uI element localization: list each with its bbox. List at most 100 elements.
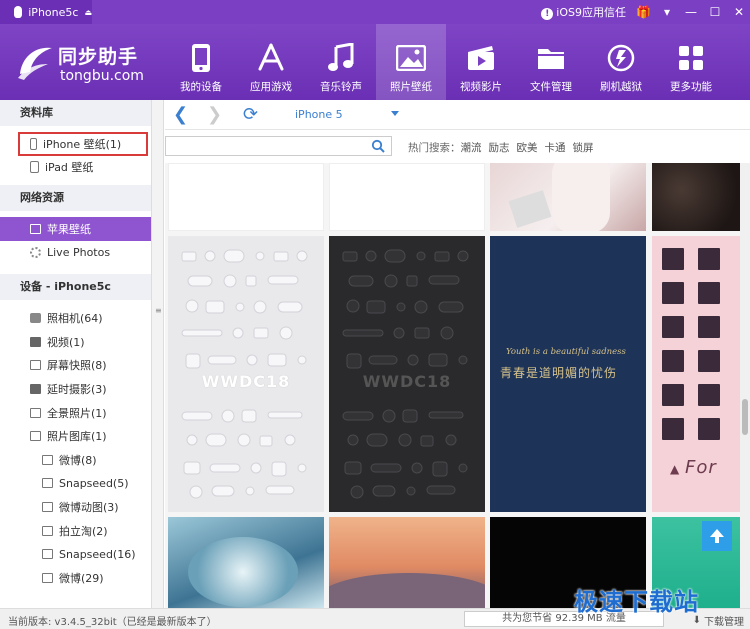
- scrollbar-thumb[interactable]: [742, 399, 748, 435]
- pattern-cube: [696, 246, 722, 272]
- back-arrow-icon[interactable]: ❮: [173, 104, 188, 125]
- sidebar-item-label: Snapseed(5): [59, 476, 129, 490]
- sidebar-splitter[interactable]: ≡: [152, 100, 164, 608]
- pattern-cube: [660, 348, 686, 374]
- hot-keyword[interactable]: 潮流: [461, 140, 482, 155]
- nav-label: 音乐铃声: [320, 81, 362, 93]
- wallpaper-tile[interactable]: [168, 163, 324, 231]
- sidebar-item-label: iPhone 壁纸(1): [43, 137, 122, 151]
- wallpaper-quote-cn: 青春是道明媚的忧伤: [500, 366, 618, 380]
- sidebar-album-pailitao[interactable]: 拍立淘(2): [0, 519, 151, 543]
- logo: 同步助手 tongbu.com: [14, 38, 164, 88]
- pattern-cube: [660, 314, 686, 340]
- wwdc-text: WWDC18: [362, 372, 452, 391]
- figure-shape: [552, 163, 610, 231]
- download-label: 下载管理: [704, 617, 744, 628]
- sidebar-item-photo-library[interactable]: 照片图库(1): [0, 424, 151, 448]
- nav-label: 文件管理: [530, 81, 572, 93]
- wallpaper-tile[interactable]: [329, 163, 485, 231]
- nav-files[interactable]: 文件管理: [516, 24, 586, 100]
- wallpaper-tile[interactable]: Youth is a beautiful sadness 青春是道明媚的忧伤: [490, 236, 646, 512]
- wallpaper-tile[interactable]: WWDC18: [329, 236, 485, 512]
- grid-scrollbar[interactable]: [740, 163, 750, 608]
- title-controls: ! iOS9应用信任 🎁 ▾ — ☐ ✕: [541, 0, 746, 24]
- album-icon: [42, 525, 53, 536]
- sidebar-item-camera[interactable]: 照相机(64): [0, 306, 151, 330]
- nav-more[interactable]: 更多功能: [656, 24, 726, 100]
- album-icon: [42, 501, 53, 512]
- wallpaper-tile[interactable]: ▲ For: [652, 236, 750, 512]
- pattern-cube: [660, 416, 686, 442]
- pattern-cube: [660, 246, 686, 272]
- nav-photos[interactable]: 照片壁纸: [376, 24, 446, 100]
- sidebar-item-iphone-wallpaper[interactable]: iPhone 壁纸(1): [18, 132, 148, 156]
- logo-en: tongbu.com: [60, 68, 144, 84]
- nav-label: 视频影片: [460, 81, 502, 93]
- apple-icon: [14, 6, 23, 18]
- sidebar-item-timelapse[interactable]: 延时摄影(3): [0, 377, 151, 401]
- watermark: 极速下载站: [574, 588, 699, 616]
- wwdc-text: WWDC18: [201, 372, 291, 391]
- sidebar-album-weibo[interactable]: 微博(8): [0, 448, 151, 472]
- nav-apps[interactable]: 应用游戏: [236, 24, 306, 100]
- device-name: iPhone5c: [28, 5, 79, 19]
- wallpaper-tile[interactable]: [168, 517, 324, 608]
- hot-keyword[interactable]: 卡通: [545, 140, 566, 155]
- sidebar-album-weibo-gif[interactable]: 微博动图(3): [0, 495, 151, 519]
- back-to-top-button[interactable]: [702, 521, 732, 551]
- nav-my-device[interactable]: 我的设备: [166, 24, 236, 100]
- sidebar-item-label: 全景照片(1): [47, 406, 107, 420]
- wallpaper-tile[interactable]: [652, 163, 750, 231]
- nav-music[interactable]: 音乐铃声: [306, 24, 376, 100]
- wallpaper-grid: WWDC18 WWDC18 Youth is a beautiful sadne…: [165, 163, 750, 608]
- album-icon: [42, 549, 53, 560]
- sidebar-item-live-photos[interactable]: Live Photos: [0, 241, 151, 265]
- hot-keyword[interactable]: 锁屏: [573, 140, 594, 155]
- sidebar-item-panorama[interactable]: 全景照片(1): [0, 401, 151, 425]
- sidebar-album-snapseed[interactable]: Snapseed(5): [0, 472, 151, 496]
- sidebar-item-ipad-wallpaper[interactable]: iPad 壁纸: [0, 156, 151, 180]
- maximize-icon[interactable]: ☐: [708, 0, 722, 24]
- download-manager-button[interactable]: ⬇ 下载管理: [693, 613, 744, 628]
- wallpaper-tile[interactable]: [490, 163, 646, 231]
- sidebar-item-label: 照相机(64): [47, 312, 103, 326]
- nav-label: 更多功能: [670, 81, 712, 93]
- hot-keyword[interactable]: 欧美: [517, 140, 538, 155]
- sidebar-album-snapseed-2[interactable]: Snapseed(16): [0, 542, 151, 566]
- nav-flash[interactable]: 刷机越狱: [586, 24, 656, 100]
- refresh-icon[interactable]: ⟳: [243, 104, 258, 125]
- gift-icon[interactable]: 🎁: [636, 0, 651, 24]
- device-tab[interactable]: iPhone5c ⏏: [0, 0, 92, 24]
- minimize-icon[interactable]: —: [684, 0, 698, 24]
- pattern-cube: [696, 382, 722, 408]
- nav-label: 应用游戏: [250, 81, 292, 93]
- wallpaper-tile[interactable]: [329, 517, 485, 608]
- hot-keyword[interactable]: 励志: [489, 140, 510, 155]
- menu-icon[interactable]: ▾: [660, 0, 674, 24]
- sidebar-item-video[interactable]: 视频(1): [0, 330, 151, 354]
- sidebar-item-label: 苹果壁纸: [47, 222, 91, 236]
- eject-icon[interactable]: ⏏: [84, 8, 92, 17]
- device-select[interactable]: iPhone 5: [295, 108, 343, 121]
- nav-videos[interactable]: 视频影片: [446, 24, 516, 100]
- sidebar-item-screenshots[interactable]: 屏幕快照(8): [0, 354, 151, 378]
- sidebar-item-apple-wallpaper[interactable]: 苹果壁纸: [0, 217, 151, 241]
- sidebar-album-weibo-2[interactable]: 微博(29): [0, 566, 151, 590]
- search-input[interactable]: [166, 137, 366, 155]
- version-text: 当前版本: v3.4.5_32bit（已经是最新版本了）: [8, 617, 217, 628]
- album-icon: [42, 572, 53, 583]
- video-icon: [30, 336, 41, 347]
- image-icon: [30, 223, 41, 234]
- chevron-down-icon[interactable]: [391, 111, 399, 116]
- timelapse-icon: [30, 383, 41, 394]
- nav-label: 照片壁纸: [390, 81, 432, 93]
- search-icon[interactable]: [371, 139, 385, 153]
- book-shape: [508, 190, 552, 228]
- ios9-trust-link[interactable]: ! iOS9应用信任: [541, 4, 626, 20]
- camera-icon: [30, 313, 41, 324]
- wallpaper-tile[interactable]: WWDC18: [168, 236, 324, 512]
- forward-arrow-icon[interactable]: ❯: [207, 104, 222, 125]
- sidebar-item-label: 照片图库(1): [47, 430, 107, 444]
- sidebar-item-label: Snapseed(16): [59, 547, 136, 561]
- close-icon[interactable]: ✕: [732, 0, 746, 24]
